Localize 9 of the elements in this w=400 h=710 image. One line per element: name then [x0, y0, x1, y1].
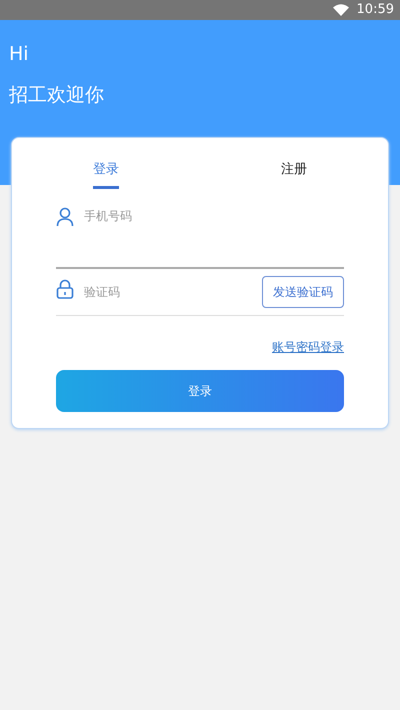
- send-code-button[interactable]: 发送验证码: [262, 276, 344, 308]
- tab[interactable]: 登录: [93, 138, 119, 188]
- clock-time: 10:59: [356, 1, 394, 20]
- greeting-text: Hi: [9, 42, 29, 66]
- wifi-icon: [332, 4, 349, 16]
- password-login-link[interactable]: 账号密码登录: [272, 338, 344, 356]
- tab[interactable]: 注册: [281, 138, 307, 188]
- login-button[interactable]: 登录: [56, 370, 344, 412]
- welcome-text: 招工欢迎你: [9, 83, 104, 107]
